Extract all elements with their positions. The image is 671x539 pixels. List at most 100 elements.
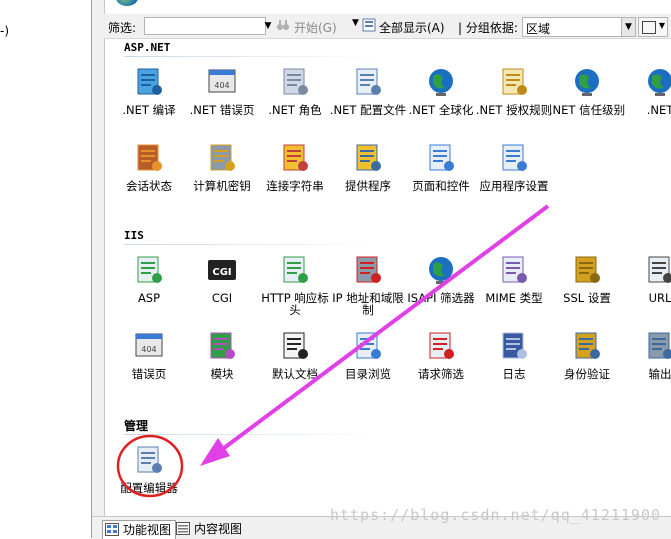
url-rewrite-icon	[644, 254, 671, 286]
section-divider	[124, 434, 384, 435]
feature-label: ISAPI 筛选器	[407, 291, 475, 305]
feature-label: 输出	[648, 367, 671, 381]
filter-toolbar: 筛选: ▼ 开始(G) ▼ 全部显示(A) | 分组依据: 区域 ▼ ▼	[104, 14, 671, 39]
aspnet-feature-tile[interactable]: .NET 角色	[258, 66, 332, 134]
iis-feature-tile[interactable]: 模块	[185, 330, 259, 398]
providers-icon	[352, 142, 384, 174]
feature-label: URL	[648, 291, 671, 305]
tab-content-view[interactable]: 内容视图	[174, 520, 246, 538]
tab-label: 功能视图	[123, 523, 172, 537]
feature-label: .NET 错误页	[189, 103, 255, 117]
show-all-button[interactable]: 全部显示(A)	[379, 19, 445, 36]
session-state-icon	[133, 142, 165, 174]
dotnet-more-icon	[644, 66, 671, 98]
pages-controls-icon	[425, 142, 457, 174]
cgi-icon: CGI	[206, 254, 238, 286]
isapi-filters-icon	[425, 254, 457, 286]
iis-feature-tile[interactable]: CGI CGI	[185, 254, 259, 322]
aspnet-feature-tile[interactable]: .NET 授权规则	[476, 66, 552, 134]
error-pages-icon: 404	[133, 330, 165, 362]
feature-label: 提供程序	[345, 179, 391, 193]
grid-view-icon	[642, 21, 656, 34]
aspnet-feature-tile[interactable]: .NET 全球化	[404, 66, 478, 134]
http-headers-icon	[279, 254, 311, 286]
modules-icon	[206, 330, 238, 362]
iis-feature-tile[interactable]: HTTP 响应标头	[258, 254, 332, 322]
watermark: https://blog.csdn.net/qq_41211900	[330, 506, 662, 524]
feature-label: 身份验证	[564, 367, 610, 381]
tab-features-view[interactable]: 功能视图	[102, 520, 177, 539]
svg-text:404: 404	[214, 81, 229, 90]
default-document-icon	[279, 330, 311, 362]
feature-label: .NET 全球化	[408, 103, 474, 117]
filter-input[interactable]	[144, 17, 266, 35]
iis-feature-tile[interactable]: 输出	[623, 330, 671, 398]
feature-label: 默认文档	[272, 367, 318, 381]
iis-feature-tile[interactable]: SSL 设置	[550, 254, 624, 322]
aspnet-feature-tile[interactable]: .NET	[623, 66, 671, 134]
aspnet-feature-tile[interactable]: .NET 信任级别	[549, 66, 625, 134]
iis-feature-tile[interactable]: IP 地址和域限制	[331, 254, 405, 322]
dotnet-profile-icon	[352, 66, 384, 98]
aspnet-feature-tile[interactable]: 计算机密钥	[185, 142, 259, 210]
iis-feature-tile[interactable]: 404 错误页	[112, 330, 186, 398]
feature-label: 会话状态	[126, 179, 172, 193]
view-mode-button[interactable]: ▼	[638, 17, 668, 37]
aspnet-feature-tile[interactable]: 提供程序	[331, 142, 405, 210]
feature-label: .NET 配置文件	[329, 103, 407, 117]
chevron-down-icon: ▼	[658, 21, 665, 30]
feature-label: 应用程序设置	[479, 179, 549, 193]
app-settings-icon	[498, 142, 530, 174]
section-header-iis: IIS	[124, 229, 144, 242]
iis-feature-tile[interactable]: 日志	[477, 330, 551, 398]
section-divider	[124, 244, 384, 245]
iis-feature-tile[interactable]: 默认文档	[258, 330, 332, 398]
request-filtering-icon	[425, 330, 457, 362]
iis-feature-tile[interactable]: 请求筛选	[404, 330, 478, 398]
feature-label: SSL 设置	[563, 291, 611, 305]
content-view-icon	[176, 522, 190, 535]
connections-pane: -)	[0, 0, 92, 538]
iis-feature-tile[interactable]: MIME 类型	[477, 254, 551, 322]
feature-label: 目录浏览	[345, 367, 391, 381]
aspnet-feature-tile[interactable]: 404 .NET 错误页	[185, 66, 259, 134]
feature-label: 配置编辑器	[120, 481, 178, 495]
feature-label: 连接字符串	[266, 179, 324, 193]
dotnet-authorization-icon	[498, 66, 530, 98]
features-view-icon	[105, 523, 119, 536]
feature-label: 请求筛选	[418, 367, 464, 381]
iis-feature-tile[interactable]: URL	[623, 254, 671, 322]
iis-feature-tile[interactable]: ASP	[112, 254, 186, 322]
feature-label: CGI	[211, 291, 233, 305]
dotnet-globalization-icon	[425, 66, 457, 98]
aspnet-feature-tile[interactable]: .NET 编译	[112, 66, 186, 134]
feature-label: 页面和控件	[412, 179, 470, 193]
chevron-down-icon: ▼	[621, 18, 635, 36]
feature-label: HTTP 响应标头	[261, 291, 329, 317]
show-all-icon	[362, 18, 376, 32]
aspnet-feature-tile[interactable]: .NET 配置文件	[329, 66, 407, 134]
feature-label: 计算机密钥	[193, 179, 251, 193]
go-button[interactable]: 开始(G)	[294, 19, 337, 36]
authentication-icon	[571, 330, 603, 362]
group-by-select[interactable]: 区域 ▼	[522, 17, 636, 37]
aspnet-feature-tile[interactable]: 连接字符串	[258, 142, 332, 210]
aspnet-feature-tile[interactable]: 应用程序设置	[477, 142, 551, 210]
section-header-management: 管理	[124, 419, 149, 433]
svg-text:404: 404	[141, 345, 156, 354]
aspnet-feature-tile[interactable]: 会话状态	[112, 142, 186, 210]
feature-label: 日志	[502, 367, 526, 381]
dotnet-roles-icon	[279, 66, 311, 98]
go-dropdown-icon[interactable]: ▼	[352, 18, 359, 28]
dotnet-trust-level-icon	[571, 66, 603, 98]
filter-dropdown-icon[interactable]: ▼	[262, 17, 274, 35]
logging-icon	[498, 330, 530, 362]
section-divider	[124, 56, 384, 57]
asp-icon	[133, 254, 165, 286]
iis-feature-tile[interactable]: ISAPI 筛选器	[404, 254, 478, 322]
svg-text:CGI: CGI	[212, 267, 231, 278]
iis-feature-tile[interactable]: 身份验证	[550, 330, 624, 398]
aspnet-feature-tile[interactable]: 页面和控件	[404, 142, 478, 210]
management-feature-tile[interactable]: 配置编辑器	[112, 444, 186, 512]
iis-feature-tile[interactable]: 目录浏览	[331, 330, 405, 398]
